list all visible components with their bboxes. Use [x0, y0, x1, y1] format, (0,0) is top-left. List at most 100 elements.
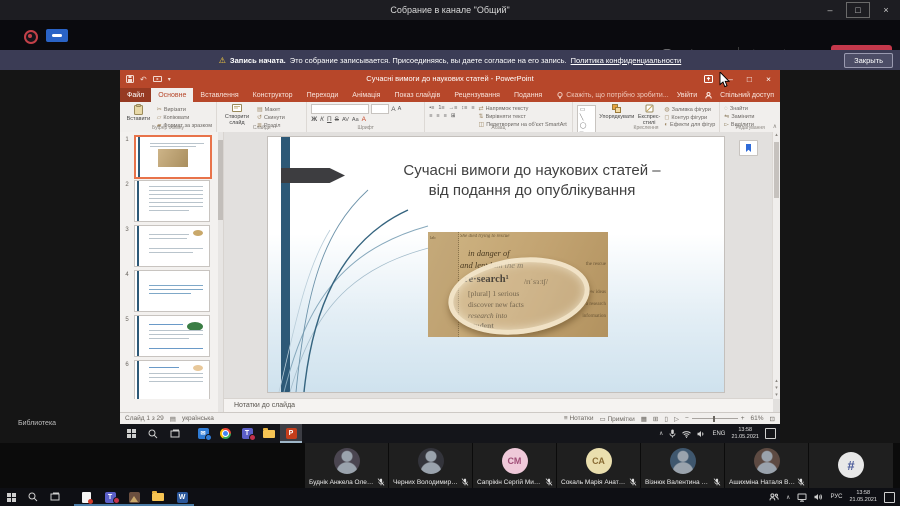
quick-styles-button[interactable]: Експрес-стилі [638, 104, 661, 126]
view-sorter-icon[interactable]: ⊞ [653, 415, 658, 423]
inner-powerpoint-icon[interactable]: P [280, 424, 302, 443]
cut-button[interactable]: ✂Вирізати [157, 106, 212, 113]
numbering-icon[interactable]: 1≡ [438, 105, 444, 111]
text-direction-button[interactable]: ⇄Напрямок тексту [479, 105, 567, 112]
tab-transitions[interactable]: Переходи [300, 88, 346, 102]
teams-app-icon[interactable]: T [98, 488, 122, 506]
reset-button[interactable]: ↺Скинути [257, 114, 285, 121]
character-spacing-button[interactable]: AV [342, 117, 349, 123]
ppt-close-icon[interactable]: × [759, 70, 778, 88]
inner-language-indicator[interactable]: ENG [712, 431, 725, 437]
explorer-app-icon[interactable] [146, 488, 170, 506]
line-spacing-icon[interactable]: ↕≡ [461, 105, 467, 111]
inner-teams-icon[interactable]: T [236, 424, 258, 443]
slide-thumbnail-4[interactable]: 4 [120, 270, 223, 315]
photos-app-icon[interactable] [122, 488, 146, 506]
inner-start-button[interactable] [120, 424, 142, 443]
collapse-ribbon-icon[interactable]: ∧ [773, 123, 777, 130]
channel-tile[interactable]: # [809, 443, 893, 488]
notes-toggle[interactable]: ≡ Нотатки [564, 415, 594, 422]
inner-explorer-icon[interactable] [258, 424, 280, 443]
inner-taskview-icon[interactable] [164, 424, 186, 443]
sign-in-link[interactable]: Увійти [677, 92, 697, 99]
comment-flag[interactable] [739, 140, 758, 156]
tab-design[interactable]: Конструктор [246, 88, 300, 102]
slide-scrollbar[interactable]: ▴ ▴ ▾ ▾ [772, 132, 780, 399]
research-dictionary-image[interactable]: lab She died trying to rescue in danger … [428, 232, 608, 337]
notes-pane[interactable]: Нотатки до слайда [224, 398, 773, 412]
align-text-button[interactable]: ⇅Вирівняти текст [479, 113, 567, 120]
indent-icon[interactable]: →≡ [449, 105, 458, 111]
ribbon-display-options-icon[interactable] [704, 75, 713, 83]
underline-button[interactable]: П [327, 116, 332, 123]
inner-search-icon[interactable] [142, 424, 164, 443]
banner-close-button[interactable]: Закрыть [844, 53, 893, 68]
shape-fill-button[interactable]: ◍Заливка фігури [664, 106, 715, 113]
layout-button[interactable]: ▤Макет [257, 106, 285, 113]
privacy-policy-link[interactable]: Политика конфиденциальности [571, 56, 682, 65]
inner-chrome-icon[interactable] [214, 424, 236, 443]
tab-animations[interactable]: Анімація [345, 88, 387, 102]
tab-home[interactable]: Основне [151, 88, 193, 102]
participant-tile[interactable]: Ашихміна Наталя Віт... [725, 443, 808, 488]
view-reading-icon[interactable]: ▯ [664, 415, 668, 423]
find-button[interactable]: ◌Знайти [724, 106, 754, 112]
inner-mail-icon[interactable]: ✉ [192, 424, 214, 443]
strikethrough-button[interactable]: S [335, 116, 339, 123]
copy-button[interactable]: ▱Копіювати [157, 114, 212, 121]
view-normal-icon[interactable]: ▦ [641, 415, 647, 423]
tell-me-box[interactable]: Скажіть, що потрібно зробити... [549, 88, 676, 102]
slide-title[interactable]: Сучасні вимоги до наукових статей – від … [348, 161, 716, 200]
tab-slideshow[interactable]: Показ слайдів [387, 88, 447, 102]
minimize-icon[interactable]: – [816, 0, 844, 20]
inner-notifications-icon[interactable] [765, 428, 776, 439]
slide-thumbnail-5[interactable]: 5 [120, 315, 223, 360]
change-case-button[interactable]: Aa [352, 117, 359, 123]
zoom-in-icon[interactable]: + [741, 415, 745, 422]
taskview-icon[interactable] [44, 488, 66, 506]
tray-network-icon[interactable] [797, 493, 807, 502]
italic-button[interactable]: К [320, 116, 324, 123]
align-center-icon[interactable]: ≡ [436, 113, 439, 119]
bold-button[interactable]: Ж [311, 116, 317, 123]
shape-outline-button[interactable]: ◻Контур фігури [664, 114, 715, 121]
thumbnail-scrollbar[interactable] [218, 132, 223, 412]
tray-volume-icon[interactable] [814, 493, 823, 501]
document-app-icon[interactable] [74, 488, 98, 506]
grow-font-button[interactable]: А [391, 106, 395, 113]
inner-mic-icon[interactable] [669, 429, 676, 438]
comments-toggle[interactable]: ▭ Примітки [599, 415, 634, 423]
shrink-font-button[interactable]: А [398, 106, 402, 112]
ppt-restore-icon[interactable]: □ [740, 70, 759, 88]
align-right-icon[interactable]: ≡ [444, 113, 447, 119]
participant-tile[interactable]: СМ Сапрікін Сергій Миха... [473, 443, 556, 488]
columns-icon[interactable]: ⊞ [451, 113, 456, 119]
current-slide[interactable]: Сучасні вимоги до наукових статей – від … [268, 137, 724, 392]
language-indicator[interactable]: РУС [830, 494, 842, 500]
action-center-icon[interactable] [884, 492, 895, 503]
fit-to-window-icon[interactable]: ⊡ [770, 415, 775, 423]
zoom-level[interactable]: 61% [751, 415, 764, 422]
start-button[interactable] [0, 488, 22, 506]
maximize-icon[interactable]: □ [844, 0, 872, 20]
taskbar-clock[interactable]: 13:58 21.05.2021 [849, 490, 877, 503]
inner-network-icon[interactable] [682, 430, 691, 438]
slide-thumbnail-1[interactable]: 1 [120, 135, 223, 180]
share-link[interactable]: Спільний доступ [720, 92, 774, 99]
view-slideshow-icon[interactable]: ▷ [674, 415, 679, 423]
tab-review[interactable]: Рецензування [447, 88, 507, 102]
word-app-icon[interactable]: W [170, 488, 194, 506]
tray-people-icon[interactable] [769, 493, 779, 501]
zoom-out-icon[interactable]: − [685, 415, 689, 422]
slide-thumbnail-3[interactable]: 3 [120, 225, 223, 270]
font-name-box[interactable] [311, 104, 369, 114]
paste-button[interactable]: Вставити [124, 104, 153, 122]
participant-tile[interactable]: СА Сокаль Марія Анатол... [557, 443, 640, 488]
bullets-icon[interactable]: •≡ [429, 105, 434, 111]
arrange-button[interactable]: Упорядкувати [600, 104, 634, 120]
tab-insert[interactable]: Вставлення [193, 88, 245, 102]
inner-tray-chevron-icon[interactable]: ∧ [659, 430, 663, 437]
inner-volume-icon[interactable] [697, 430, 706, 438]
participant-tile[interactable]: Буднік Анжела Олекс... [305, 443, 388, 488]
tray-chevron-icon[interactable]: ∧ [786, 494, 790, 501]
